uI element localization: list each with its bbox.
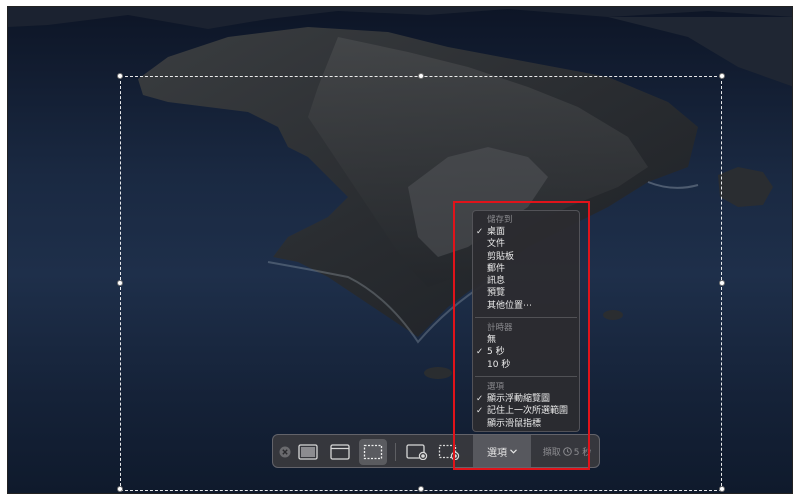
selection-handle-tm[interactable] bbox=[418, 73, 424, 79]
capture-window-button[interactable] bbox=[327, 439, 353, 465]
close-icon bbox=[279, 446, 291, 458]
selection-handle-tl[interactable] bbox=[117, 73, 123, 79]
desktop-wallpaper bbox=[7, 6, 793, 494]
selection-handle-mr[interactable] bbox=[719, 280, 725, 286]
capture-window-icon bbox=[330, 444, 350, 460]
toolbar-divider bbox=[395, 443, 396, 461]
selection-handle-ml[interactable] bbox=[117, 280, 123, 286]
record-entire-screen-button[interactable] bbox=[403, 439, 431, 465]
selection-handle-bm[interactable] bbox=[418, 486, 424, 492]
selection-rectangle[interactable] bbox=[120, 76, 722, 491]
selection-handle-bl[interactable] bbox=[117, 486, 123, 492]
record-entire-screen-icon bbox=[406, 444, 428, 460]
capture-selection-icon bbox=[363, 444, 383, 460]
annotation-highlight-box bbox=[453, 201, 590, 470]
selection-handle-br[interactable] bbox=[719, 486, 725, 492]
selection-handle-tr[interactable] bbox=[719, 73, 725, 79]
capture-selection-button[interactable] bbox=[359, 439, 387, 465]
capture-entire-screen-icon bbox=[298, 444, 318, 460]
capture-entire-screen-button[interactable] bbox=[295, 439, 321, 465]
close-button[interactable] bbox=[277, 439, 293, 465]
